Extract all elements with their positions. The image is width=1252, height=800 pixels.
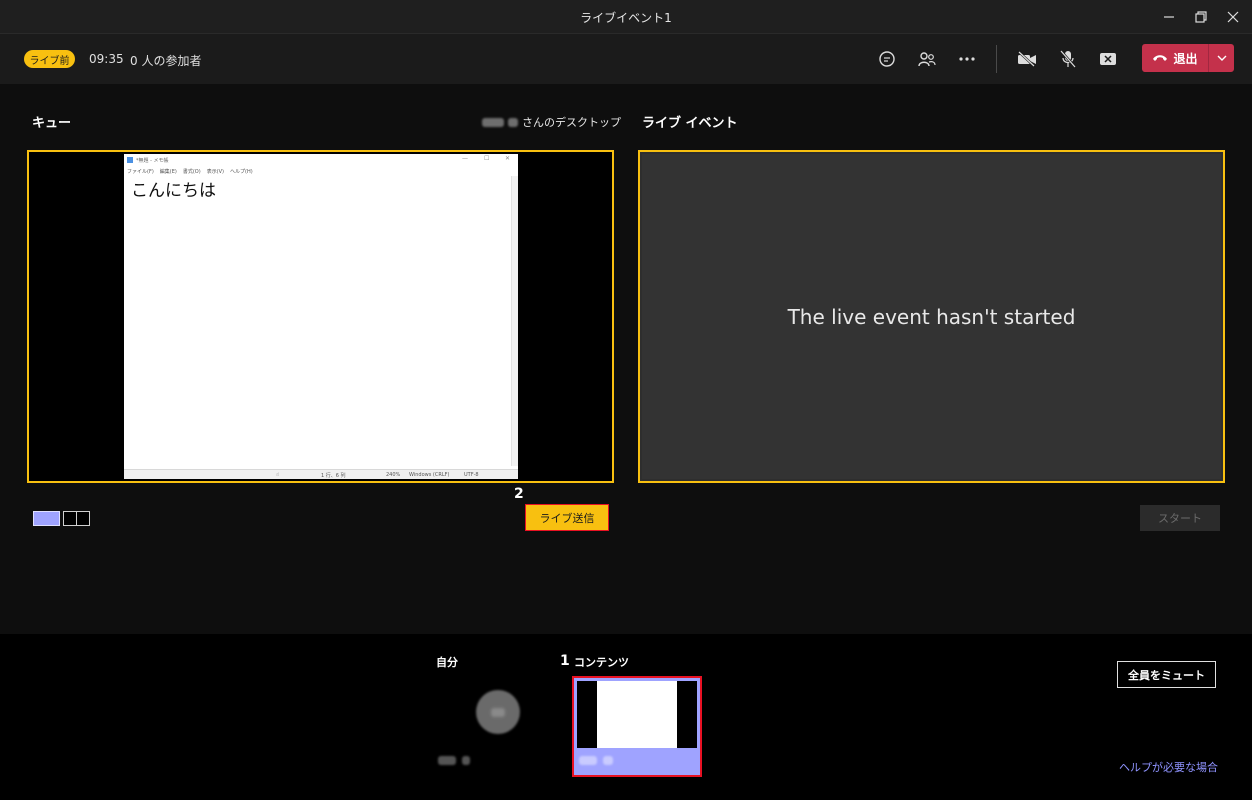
avatar[interactable] <box>476 690 520 734</box>
status-zoom: 240% <box>386 472 401 478</box>
meeting-toolbar: ライブ前 09:35 0 人の参加者 退出 <box>0 34 1252 84</box>
status-position: 1 行、6 列 <box>321 473 346 479</box>
queue-preview[interactable]: *無題 - メモ帳 — ☐ ✕ ファイル(F) 編集(E) 書式(O) 表示(V… <box>27 150 614 483</box>
menu-item: 編集(E) <box>159 168 177 175</box>
presenter-suffix: さんのデスクトップ <box>522 116 621 129</box>
leave-label: 退出 <box>1173 51 1198 66</box>
content-source-card[interactable] <box>572 676 702 777</box>
more-actions-button[interactable] <box>956 48 978 70</box>
mute-all-button[interactable]: 全員をミュート <box>1117 661 1216 688</box>
live-preview-screen: The live event hasn't started <box>642 154 1221 479</box>
toolbar-divider <box>996 45 997 73</box>
chat-button[interactable] <box>876 48 898 70</box>
menu-item: 書式(O) <box>182 168 201 175</box>
content-thumbnail <box>577 681 697 748</box>
notepad-icon <box>127 157 133 163</box>
content-label: コンテンツ <box>574 656 629 669</box>
stop-share-icon <box>1100 53 1116 65</box>
layout-split-button[interactable] <box>63 511 90 526</box>
minimize-icon: — <box>462 155 468 162</box>
queue-title: キュー <box>32 116 72 131</box>
status-encoding: UTF-8 <box>464 472 479 478</box>
live-event-title: ライブ イベント <box>642 116 738 131</box>
close-icon <box>1227 11 1239 23</box>
step-marker-1: 1 <box>560 653 570 669</box>
camera-off-icon <box>1018 51 1036 67</box>
meeting-time: 09:35 <box>89 52 124 66</box>
menu-item: ファイル(F) <box>127 168 154 175</box>
cursor-icon: ☝ <box>276 472 280 478</box>
hang-up-icon <box>1153 55 1168 61</box>
camera-toggle-button[interactable] <box>1016 48 1038 70</box>
content-thumbnail-page <box>597 681 677 748</box>
title-bar: ライブイベント1 <box>0 0 1252 34</box>
status-badge: ライブ前 <box>24 50 75 68</box>
notepad-text: こんにちは <box>131 181 216 201</box>
close-window-button[interactable] <box>1222 6 1244 28</box>
notepad-statusbar: ☝ 1 行、6 列 240% Windows (CRLF) UTF-8 <box>124 469 518 479</box>
close-icon: ✕ <box>505 155 511 162</box>
live-status-message: The live event hasn't started <box>787 304 1076 329</box>
blurred-initials <box>491 707 505 717</box>
blurred-name <box>482 117 504 127</box>
notepad-titlebar: *無題 - メモ帳 — ☐ ✕ <box>124 154 518 166</box>
producer-area: キュー さんのデスクトップ ライブ イベント *無題 - メモ帳 — ☐ ✕ フ… <box>0 84 1252 634</box>
presenter-label: さんのデスクトップ <box>482 114 621 130</box>
status-line-ending: Windows (CRLF) <box>409 472 450 478</box>
blurred-name <box>579 756 597 765</box>
leave-button-group: 退出 <box>1142 44 1234 72</box>
stop-share-button[interactable] <box>1097 48 1119 70</box>
self-label: 自分 <box>436 656 458 669</box>
more-icon <box>959 57 975 61</box>
notepad-window: *無題 - メモ帳 — ☐ ✕ ファイル(F) 編集(E) 書式(O) 表示(V… <box>124 154 518 479</box>
send-live-button[interactable]: ライブ送信 <box>525 504 609 531</box>
source-strip: 自分 1 コンテンツ 全員をミュート ヘルプが必要な場合 <box>0 634 1252 800</box>
mic-off-icon <box>1060 50 1076 68</box>
live-preview: The live event hasn't started <box>638 150 1225 483</box>
blurred-name <box>438 756 456 765</box>
content-owner-name <box>579 756 613 765</box>
participants-button[interactable] <box>916 48 938 70</box>
help-link[interactable]: ヘルプが必要な場合 <box>1119 759 1218 775</box>
minimize-button[interactable] <box>1158 6 1180 28</box>
chat-icon <box>879 51 895 67</box>
blurred-name <box>462 756 470 765</box>
leave-options-button[interactable] <box>1209 44 1234 72</box>
restore-button[interactable] <box>1190 6 1212 28</box>
leave-button[interactable]: 退出 <box>1142 44 1208 72</box>
blurred-name <box>508 117 518 127</box>
chevron-down-icon <box>1217 55 1226 61</box>
notepad-scrollbar <box>511 176 518 466</box>
people-icon <box>918 52 936 67</box>
menu-item: ヘルプ(H) <box>230 168 253 175</box>
minimize-icon <box>1164 16 1174 18</box>
layout-single-button[interactable] <box>33 511 60 526</box>
step-marker-2: 2 <box>514 486 524 502</box>
start-button[interactable]: スタート <box>1140 505 1220 531</box>
notepad-title: *無題 - メモ帳 <box>136 157 169 164</box>
self-name <box>438 756 470 765</box>
participant-count: 0 人の参加者 <box>130 54 202 68</box>
restore-icon <box>1195 11 1207 23</box>
mic-toggle-button[interactable] <box>1057 48 1079 70</box>
blurred-name <box>603 756 613 765</box>
notepad-menu: ファイル(F) 編集(E) 書式(O) 表示(V) ヘルプ(H) <box>124 166 518 176</box>
maximize-icon: ☐ <box>484 155 490 162</box>
menu-item: 表示(V) <box>206 168 225 175</box>
layout-split-divider <box>76 512 77 525</box>
window-title: ライブイベント1 <box>580 11 672 25</box>
